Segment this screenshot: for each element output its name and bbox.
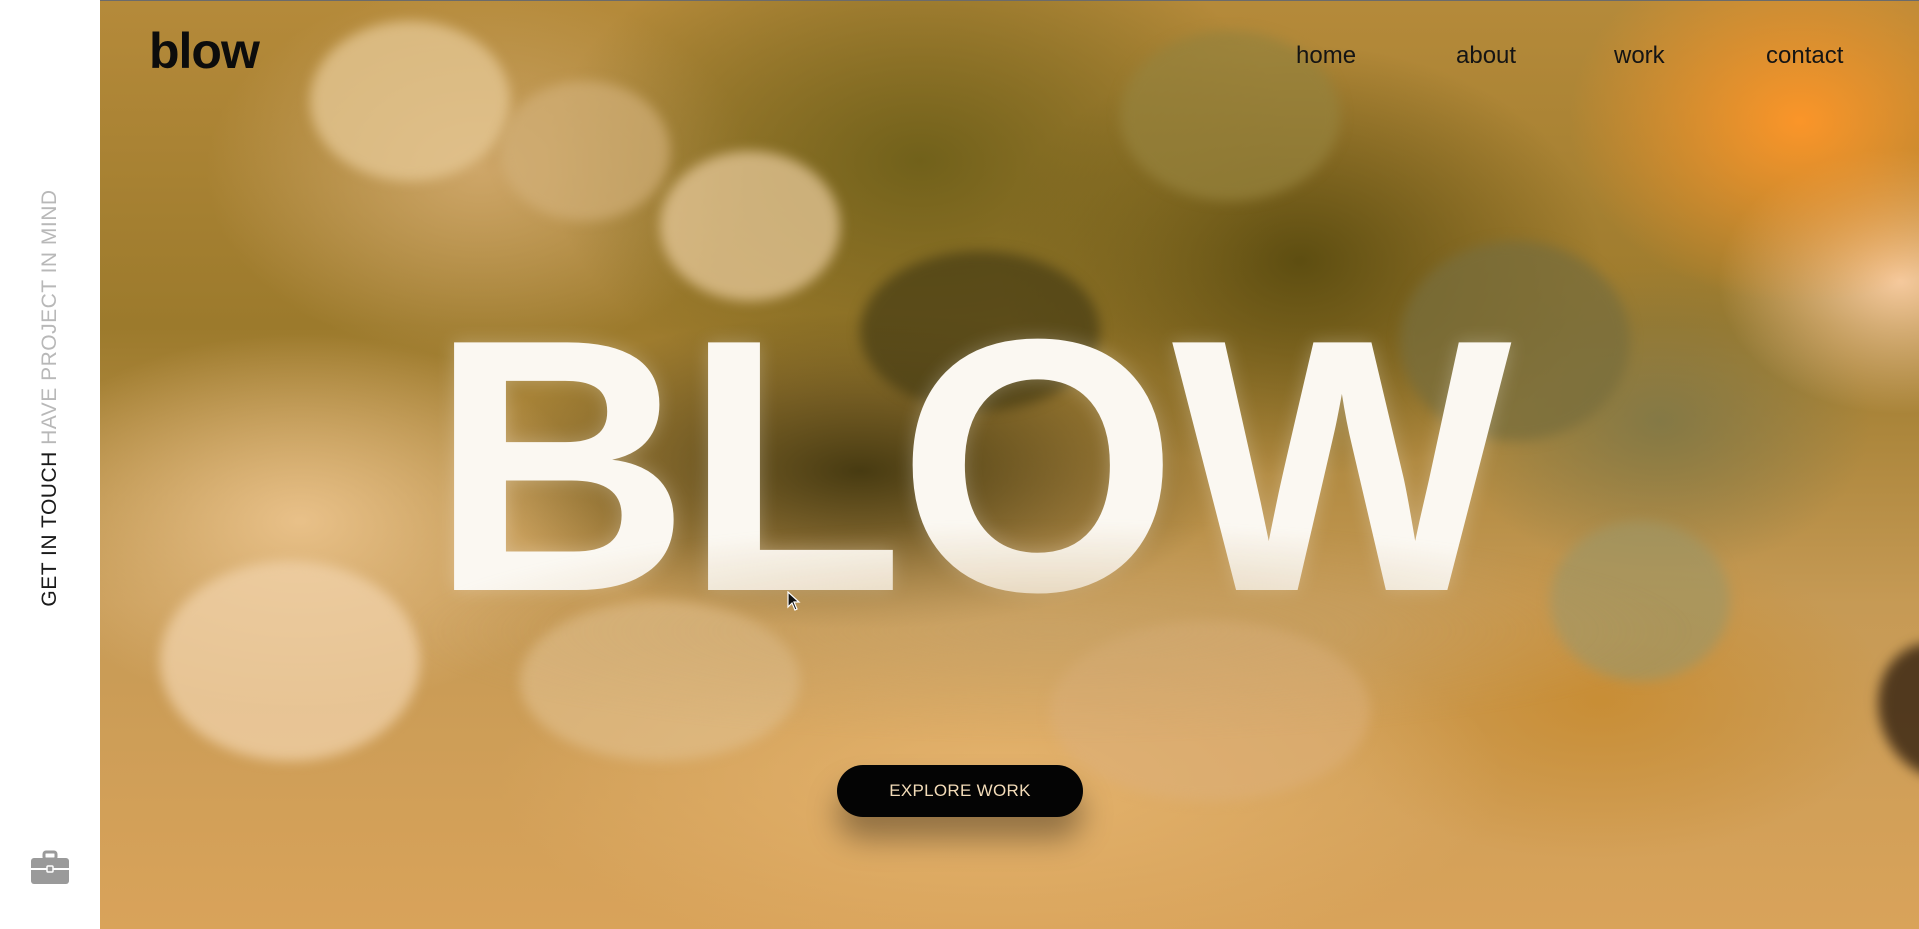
smoke-cloud: [310, 21, 510, 181]
smoke-cloud: [500, 81, 670, 221]
get-in-touch-text: GET IN TOUCH: [38, 451, 61, 607]
nav-about[interactable]: about: [1456, 42, 1516, 70]
have-project-text: HAVE PROJECT IN MIND: [38, 189, 61, 445]
nav-contact[interactable]: contact: [1766, 42, 1843, 70]
page: GET IN TOUCH HAVE PROJECT IN MIND BLOW b…: [0, 0, 1919, 929]
get-in-touch-link[interactable]: GET IN TOUCH HAVE PROJECT IN MIND: [38, 189, 62, 606]
brand-logo[interactable]: blow: [149, 22, 260, 80]
smoke-cloud: [160, 561, 420, 761]
smoke-overlay: [400, 521, 1700, 741]
left-sidebar: GET IN TOUCH HAVE PROJECT IN MIND: [0, 0, 100, 929]
nav-home[interactable]: home: [1296, 42, 1356, 70]
mouse-cursor-icon: [787, 591, 801, 611]
smoke-cloud: [1856, 622, 1919, 800]
nav-work[interactable]: work: [1614, 42, 1665, 70]
briefcase-icon[interactable]: [30, 850, 70, 886]
explore-work-button[interactable]: EXPLORE WORK: [837, 765, 1083, 817]
